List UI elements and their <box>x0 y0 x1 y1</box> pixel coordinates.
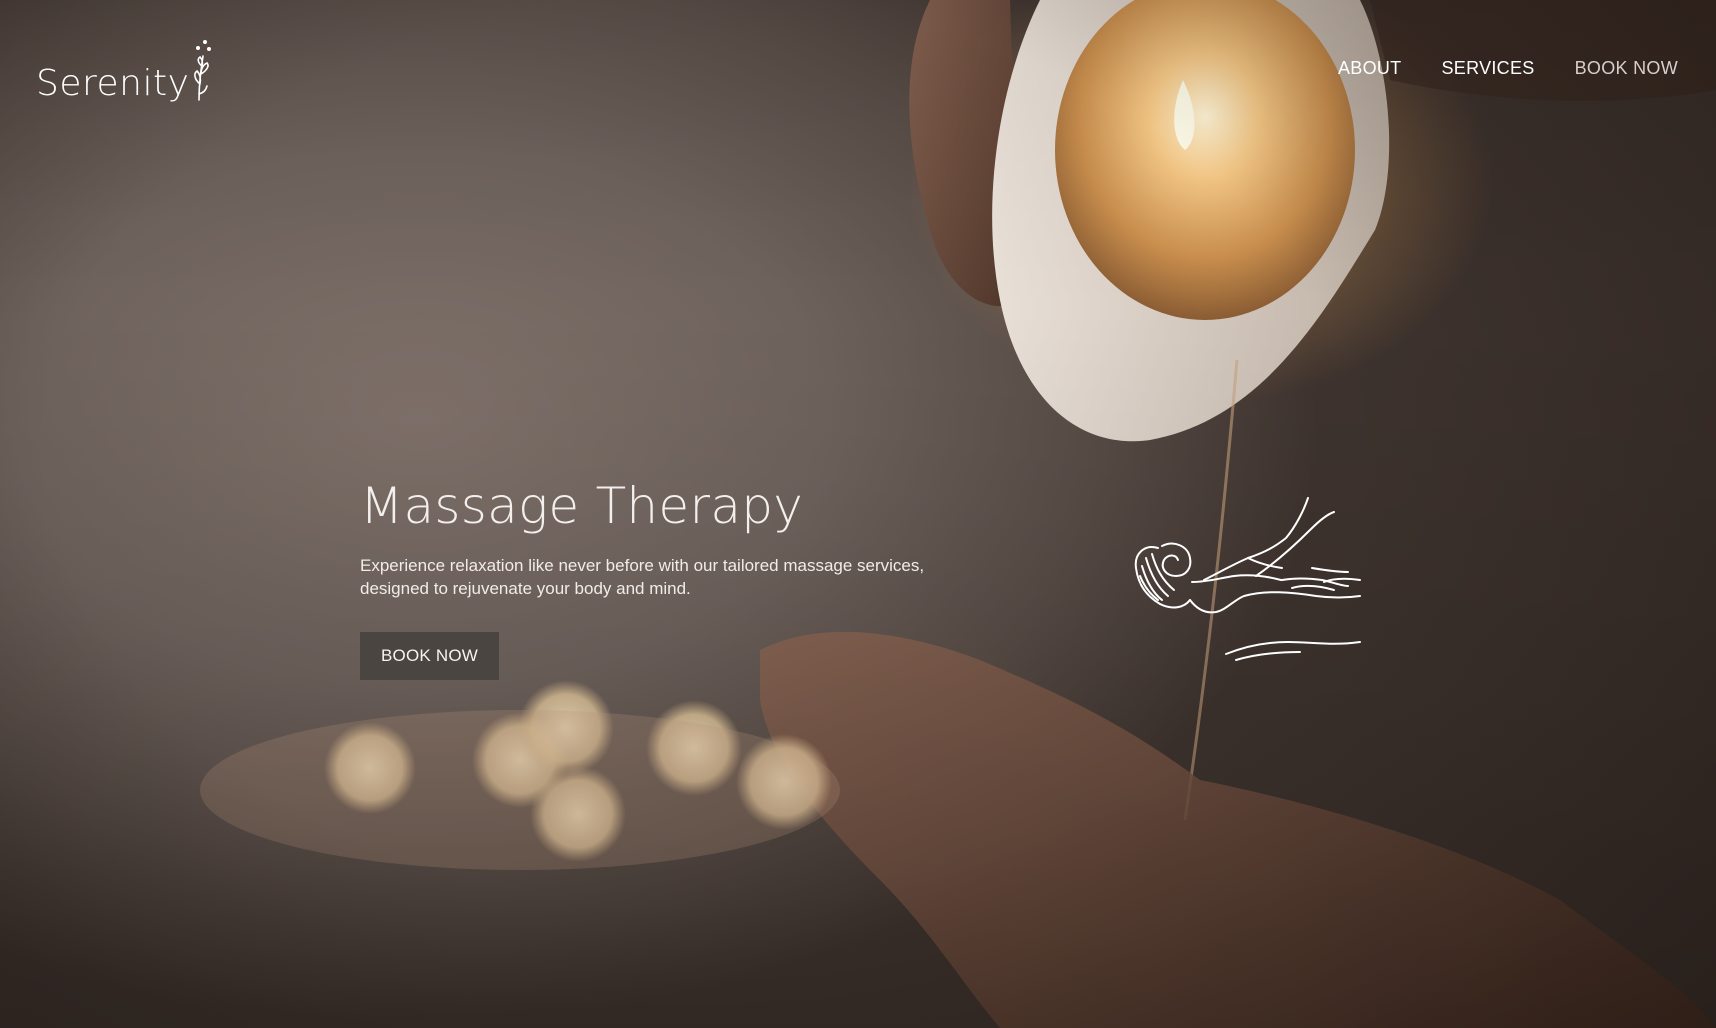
brand-logo[interactable]: Serenity <box>36 38 215 102</box>
main-nav: ABOUT SERVICES BOOK NOW <box>1338 58 1678 79</box>
page-title: Massage Therapy <box>360 477 804 535</box>
sprig-icon <box>194 40 212 101</box>
book-now-button[interactable]: BOOK NOW <box>360 632 499 680</box>
nav-link-book-now[interactable]: BOOK NOW <box>1575 58 1678 79</box>
hero-section: Massage Therapy Experience relaxation li… <box>360 474 980 680</box>
hero-page: Serenity ABOUT SERVICES BOOK NOW Massage… <box>0 0 1716 1028</box>
nav-link-about[interactable]: ABOUT <box>1338 58 1402 79</box>
massage-line-art-icon <box>1134 497 1361 661</box>
brand-name: Serenity <box>36 63 190 104</box>
hero-description: Experience relaxation like never before … <box>360 556 925 598</box>
nav-link-services[interactable]: SERVICES <box>1441 58 1534 79</box>
